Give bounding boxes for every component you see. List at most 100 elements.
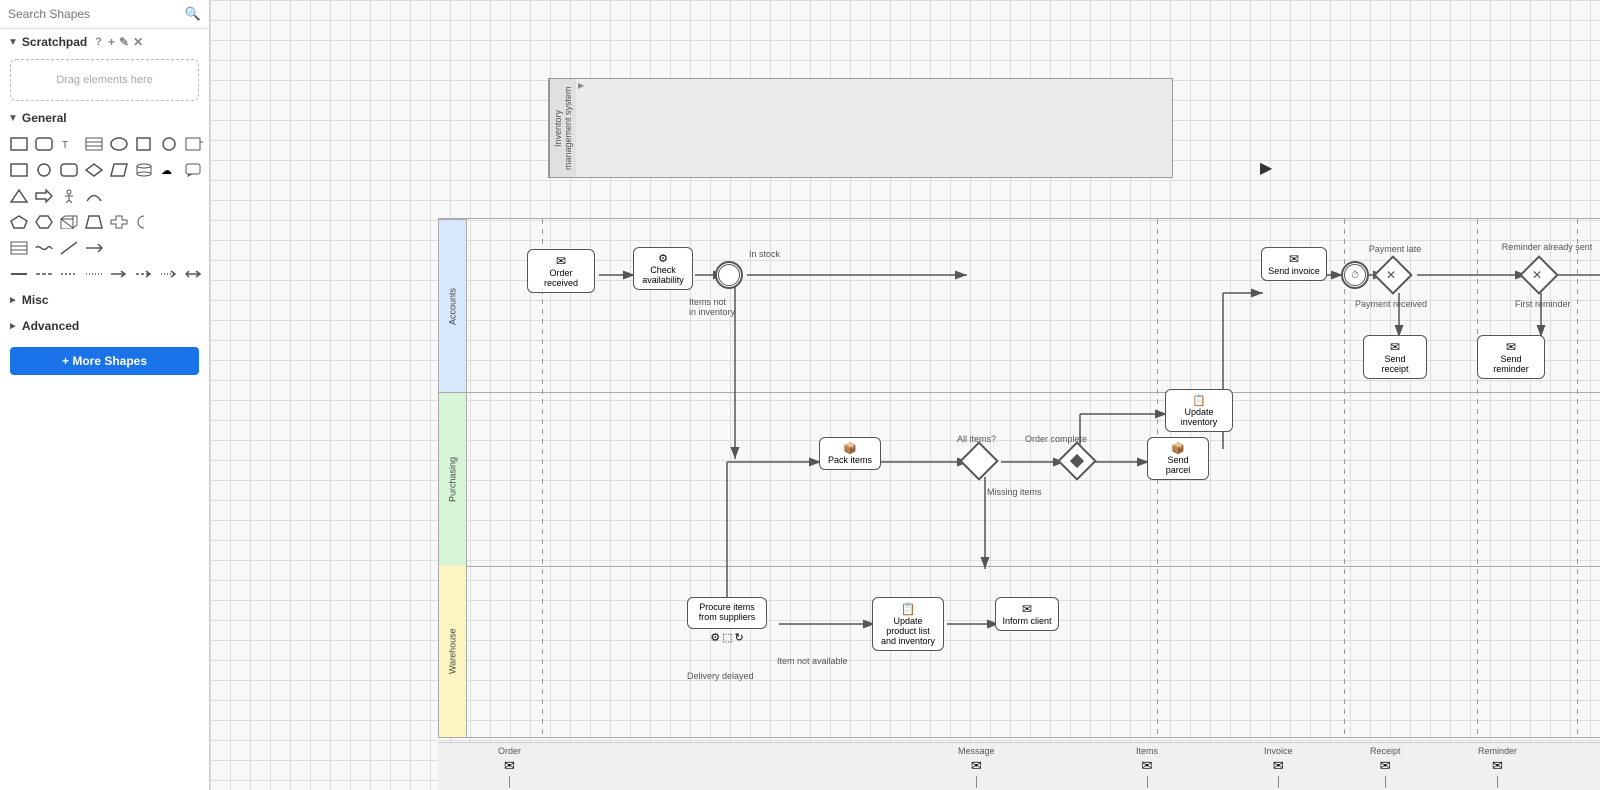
shape-wave[interactable] xyxy=(33,239,55,257)
order-complete-gateway[interactable] xyxy=(1063,447,1093,477)
shape-hexagon[interactable] xyxy=(33,213,55,231)
send-reminder-label: Send reminder xyxy=(1484,354,1538,374)
shape-line-arrow1[interactable] xyxy=(108,265,130,283)
shape-rounded-rect[interactable] xyxy=(33,135,55,153)
shape-line-dash3[interactable] xyxy=(83,265,105,283)
shape-diamond[interactable] xyxy=(83,161,105,179)
bottom-reminder: Reminder ✉ xyxy=(1478,746,1517,788)
in-stock-gateway[interactable] xyxy=(715,261,743,289)
cursor-indicator: ▶ xyxy=(1260,158,1272,178)
send-receipt-label: Send receipt xyxy=(1370,354,1420,374)
lane-divider-1 xyxy=(467,392,1600,393)
shape-ellipse[interactable] xyxy=(108,135,130,153)
bottom-items: Items ✉ xyxy=(1136,746,1158,788)
shape-square[interactable] xyxy=(133,135,155,153)
advanced-arrow: ► xyxy=(8,321,18,332)
bottom-receipt: Receipt ✉ xyxy=(1370,746,1401,788)
shape-line-solid[interactable] xyxy=(8,265,30,283)
shape-parallelogram[interactable] xyxy=(108,161,130,179)
pack-items-label: Pack items xyxy=(826,455,874,465)
shape-cross[interactable] xyxy=(108,213,130,231)
inform-client-node[interactable]: ✉ Inform client xyxy=(995,597,1059,631)
order-received-label: Order received xyxy=(534,268,588,288)
scratchpad-edit-icon[interactable]: ✎ xyxy=(119,35,129,49)
shape-cloud[interactable]: ☁ xyxy=(158,161,180,179)
payment-received-label: Payment received xyxy=(1355,299,1427,309)
lane-labels: Accounts Purchasing Warehouse xyxy=(439,219,467,737)
order-received-node[interactable]: ✉ Order received xyxy=(527,249,595,293)
shape-speech[interactable] xyxy=(183,161,205,179)
shape-rect2[interactable] xyxy=(8,161,30,179)
lane-divider-2 xyxy=(467,566,1600,567)
more-shapes-button[interactable]: + More Shapes xyxy=(10,347,199,375)
first-reminder-label: First reminder xyxy=(1515,299,1571,309)
send-invoice-node[interactable]: ✉ Send invoice xyxy=(1261,247,1327,281)
shape-arc[interactable] xyxy=(83,187,105,205)
general-header[interactable]: ▼ General xyxy=(0,105,209,131)
check-availability-node[interactable]: ⚙ Check availability xyxy=(633,247,693,290)
shape-arrow-long[interactable] xyxy=(83,239,105,257)
shape-rounded2[interactable] xyxy=(58,161,80,179)
update-inventory-node[interactable]: 📋 Update inventory xyxy=(1165,389,1233,432)
payment-late-gateway[interactable]: ✕ xyxy=(1379,261,1409,291)
shape-crescent[interactable] xyxy=(133,213,155,231)
shape-line-arrow2[interactable] xyxy=(133,265,155,283)
shape-box3d[interactable] xyxy=(58,213,80,231)
shape-line-dash1[interactable] xyxy=(33,265,55,283)
items-not-inventory-label: Items notin inventory xyxy=(689,297,735,317)
lane-purchasing: Purchasing xyxy=(439,392,466,565)
advanced-label: Advanced xyxy=(22,319,79,333)
scratchpad-help[interactable]: ? xyxy=(95,36,102,48)
all-items-label: All items? xyxy=(957,434,996,444)
dashed-col-3 xyxy=(1344,219,1345,737)
send-receipt-node[interactable]: ✉ Send receipt xyxy=(1363,335,1427,379)
shape-list[interactable] xyxy=(8,239,30,257)
advanced-header[interactable]: ► Advanced xyxy=(0,313,209,339)
scratchpad-area: Drag elements here xyxy=(10,59,199,101)
pack-items-node[interactable]: 📦 Pack items xyxy=(819,437,881,470)
scratchpad-add-icon[interactable]: + xyxy=(108,35,115,49)
shape-trapezoid[interactable] xyxy=(83,213,105,231)
shape-arrow-r[interactable] xyxy=(33,187,55,205)
lane-content: ✉ Order received ⚙ Check availability In… xyxy=(467,219,1600,737)
reminder-sent-gateway[interactable]: ✕ xyxy=(1525,261,1555,291)
shape-pentagon[interactable] xyxy=(8,213,30,231)
misc-label: Misc xyxy=(22,293,49,307)
sidebar: 🔍 ▼ Scratchpad ? + ✎ ✕ Drag elements her… xyxy=(0,0,210,790)
shape-arrow-diag[interactable] xyxy=(58,239,80,257)
send-reminder-node[interactable]: ✉ Send reminder xyxy=(1477,335,1545,379)
update-product-node[interactable]: 📋 Update product list and inventory xyxy=(872,597,944,651)
shape-table[interactable] xyxy=(83,135,105,153)
scratchpad-header[interactable]: ▼ Scratchpad ? + ✎ ✕ xyxy=(0,29,209,55)
misc-arrow: ► xyxy=(8,295,18,306)
shape-line-arrow3[interactable] xyxy=(158,265,180,283)
shape-line-dash2[interactable] xyxy=(58,265,80,283)
shape-triangle[interactable] xyxy=(8,187,30,205)
bottom-order: Order ✉ xyxy=(498,746,521,788)
connections-svg xyxy=(467,219,1600,737)
shape-rectangle[interactable] xyxy=(8,135,30,153)
timer-event[interactable]: ⏱ xyxy=(1341,261,1369,289)
pool-expand-icon: ▶ xyxy=(578,81,584,90)
shape-person[interactable] xyxy=(58,187,80,205)
scratchpad-close-icon[interactable]: ✕ xyxy=(133,35,143,49)
shape-line-arrow4[interactable] xyxy=(183,265,205,283)
main-pool: Accounts Purchasing Warehouse xyxy=(438,218,1600,738)
all-items-gateway[interactable] xyxy=(965,447,995,477)
canvas-area[interactable]: Inventory management system ▶ Accounts P… xyxy=(210,0,1600,790)
scratchpad-hint: Drag elements here xyxy=(56,74,153,86)
shape-circ2[interactable] xyxy=(33,161,55,179)
shape-circle[interactable] xyxy=(158,135,180,153)
misc-header[interactable]: ► Misc xyxy=(0,287,209,313)
shapes-grid-row6 xyxy=(0,261,209,287)
shape-text[interactable]: T xyxy=(58,135,80,153)
shape-folded[interactable] xyxy=(183,135,205,153)
send-parcel-node[interactable]: 📦 Send parcel xyxy=(1147,437,1209,480)
lane-accounts: Accounts xyxy=(439,219,466,392)
search-input[interactable] xyxy=(8,7,181,21)
missing-items-label: Missing items xyxy=(987,487,1042,497)
shape-cylinder[interactable] xyxy=(133,161,155,179)
shapes-grid-row1: T xyxy=(0,131,209,157)
procure-items-node[interactable]: Procure itemsfrom suppliers ⚙⬚↻ xyxy=(687,597,767,644)
reminder-already-sent-label: Reminder already sent xyxy=(1497,242,1597,252)
